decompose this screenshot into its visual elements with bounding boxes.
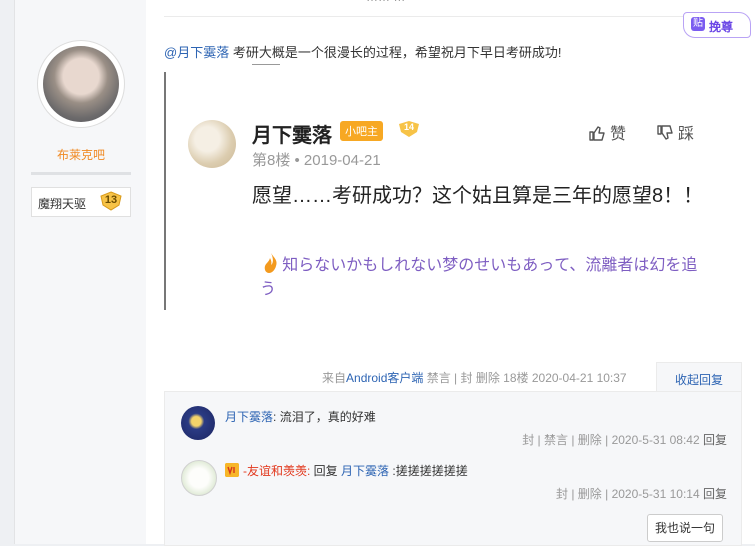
wanzun-badge[interactable]: 贴 挽尊: [683, 12, 751, 38]
quoted-username[interactable]: 月下霙落: [252, 119, 332, 148]
reply-text: @月下霙落 考研大概是一个很漫长的过程，希望祝月下早日考研成功!: [164, 42, 561, 61]
comment-reply-link[interactable]: 回复: [703, 487, 727, 501]
comment-username[interactable]: -友谊和羡羡:: [243, 464, 310, 478]
post-content: …… … 贴 挽尊 @月下霙落 考研大概是一个很漫长的过程，希望祝月下早日考研成…: [146, 0, 755, 546]
quoted-avatar[interactable]: [188, 120, 236, 168]
dislike-label: 踩: [678, 126, 695, 143]
comment-item: 月下霙落: 流泪了，真的好难: [225, 410, 376, 424]
divider: [31, 172, 131, 175]
level-badge-icon: 13: [100, 191, 122, 211]
thumbs-up-icon: [588, 124, 606, 142]
comment-reply-link[interactable]: 回复: [703, 433, 727, 447]
quoted-signature: 知らないかもしれない梦のせいもあって、流離者は幻を追う: [260, 257, 698, 298]
quoted-level-number: 14: [403, 122, 414, 132]
comment-actions[interactable]: 封 | 删除 | 2020-5-31 10:14: [556, 487, 703, 501]
comment-username[interactable]: 月下霙落: [225, 410, 273, 424]
badge-label: 挽尊: [709, 20, 734, 34]
quoted-meta: 第8楼 • 2019-04-21: [252, 152, 381, 169]
level-number: 13: [104, 194, 118, 206]
quote-top-fragment: [252, 64, 280, 73]
like-label: 赞: [610, 126, 627, 143]
comment-footer: 封 | 删除 | 2020-5-31 10:14 回复: [556, 485, 727, 502]
author-name[interactable]: 布莱克吧: [15, 146, 147, 163]
comment-avatar[interactable]: [181, 406, 215, 440]
mention-link[interactable]: @月下霙落: [164, 45, 229, 60]
client-link[interactable]: Android客户端: [346, 371, 423, 385]
comment-text: 流泪了，真的好难: [279, 410, 376, 424]
author-avatar[interactable]: [37, 40, 125, 128]
say-something-button[interactable]: 我也说一句: [647, 514, 723, 542]
reply-body: 考研大概是一个很漫长的过程，希望祝月下早日考研成功!: [229, 45, 562, 60]
dislike-button[interactable]: 踩: [656, 120, 694, 144]
comment-item: -友谊和羡羡: 回复 月下霙落 :搓搓搓搓搓搓: [225, 462, 468, 479]
collapse-replies-tab[interactable]: 收起回复: [656, 362, 742, 393]
forum-name: 魔翔天驱: [38, 197, 87, 211]
top-fragment: …… …: [366, 0, 405, 4]
vip-icon: [225, 463, 239, 477]
comment-actions[interactable]: 封 | 禁言 | 删除 | 2020-5-31 08:42: [522, 433, 703, 447]
post-footer: 来自Android客户端 禁言 | 封 删除 18楼 2020-04-21 10…: [322, 369, 627, 386]
role-tag: 小吧主: [340, 121, 383, 141]
post-actions[interactable]: 禁言 | 封 删除 18楼 2020-04-21 10:37: [423, 371, 627, 385]
quoted-body: 愿望……考研成功？这个姑且算是三年的愿望8！！: [252, 185, 704, 207]
thumbs-down-icon: [656, 124, 674, 142]
quote-bar: [164, 72, 166, 310]
reply-to-username[interactable]: 月下霙落: [341, 464, 389, 478]
collapse-replies-label: 收起回复: [675, 373, 724, 387]
sub-replies-panel: 月下霙落: 流泪了，真的好难 封 | 禁言 | 删除 | 2020-5-31 0…: [164, 391, 742, 546]
sticker-icon: 贴: [691, 17, 705, 31]
author-sidebar: 布莱克吧 魔翔天驱 13: [14, 0, 148, 544]
divider: [164, 16, 742, 17]
comment-avatar[interactable]: [181, 460, 217, 496]
like-button[interactable]: 赞: [588, 120, 626, 144]
from-prefix: 来自: [322, 371, 347, 385]
comment-text: :搓搓搓搓搓搓: [389, 464, 468, 478]
forum-level-box[interactable]: 魔翔天驱 13: [31, 187, 131, 217]
comment-footer: 封 | 禁言 | 删除 | 2020-5-31 08:42 回复: [522, 431, 727, 448]
level-badge-icon: 14: [398, 120, 420, 138]
reply-prefix: 回复: [310, 464, 342, 478]
